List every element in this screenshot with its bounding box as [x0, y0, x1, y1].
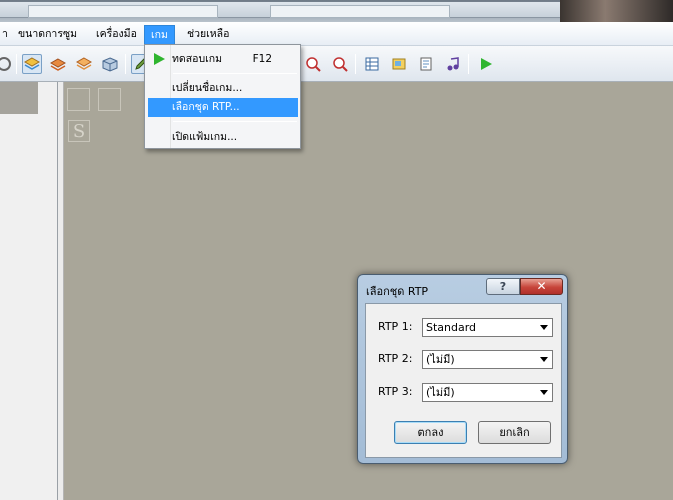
map-tile[interactable] [67, 88, 90, 111]
chevron-down-icon[interactable] [535, 319, 552, 336]
playtest-icon[interactable] [476, 54, 496, 74]
close-button[interactable]: ✕ [520, 278, 563, 295]
menu-item-game[interactable]: เกม [144, 25, 175, 45]
material-icon[interactable] [389, 54, 409, 74]
ok-button[interactable]: ตกลง [394, 421, 467, 444]
sound-icon[interactable] [443, 54, 463, 74]
toolbar-separator [125, 54, 126, 74]
rtp1-value: Standard [426, 321, 477, 334]
menu-item-zoom[interactable]: ขนาดการซูม [12, 27, 83, 43]
help-button[interactable]: ? [486, 278, 520, 295]
rtp2-label: RTP 2: [378, 352, 413, 365]
menu-item-playtest[interactable]: ทดสอบเกม F12 [148, 50, 298, 69]
rtp1-label: RTP 1: [378, 320, 413, 333]
title-buttons: ? ✕ [486, 278, 563, 295]
rtp3-select[interactable]: (ไม่มี) [422, 383, 553, 402]
menu-item-tools[interactable]: เครื่องมือ [90, 27, 143, 43]
rtp2-select[interactable]: (ไม่มี) [422, 350, 553, 369]
database-icon[interactable] [362, 54, 382, 74]
layer-1-icon[interactable] [22, 54, 42, 74]
help-icon[interactable] [0, 54, 14, 74]
event-layer-icon[interactable] [100, 54, 120, 74]
rtp3-value: (ไม่มี) [426, 386, 455, 399]
tileset-panel[interactable] [0, 82, 58, 500]
zoom-2-icon[interactable] [330, 54, 350, 74]
rtp1-select[interactable]: Standard [422, 318, 553, 337]
menu-item-rename-game[interactable]: เปลี่ยนชื่อเกม... [148, 79, 298, 98]
start-position-tile[interactable]: S [68, 120, 90, 142]
chevron-down-icon[interactable] [535, 384, 552, 401]
menu-bar: า ขนาดการซูม เครื่องมือ เกม ช่วยเหลือ [0, 22, 673, 46]
taskbar-strip [0, 0, 673, 22]
zoom-1-icon[interactable] [303, 54, 323, 74]
menu-item-select-rtp[interactable]: เลือกชุด RTP... [148, 98, 298, 117]
tileset-selection[interactable] [0, 82, 38, 114]
toolbar [0, 46, 673, 82]
rtp3-label: RTP 3: [378, 385, 413, 398]
window-tab[interactable] [28, 5, 218, 18]
window-tab[interactable] [270, 5, 450, 18]
rtp-dialog: เลือกชุด RTP ? ✕ RTP 1: Standard RTP 2: … [357, 274, 568, 464]
menu-item-open-game-folder[interactable]: เปิดแฟ้มเกม... [148, 128, 298, 147]
toolbar-separator [16, 54, 17, 74]
menu-item-help[interactable]: ช่วยเหลือ [181, 27, 235, 43]
dialog-title: เลือกชุด RTP [366, 285, 429, 298]
rtp2-value: (ไม่มี) [426, 353, 455, 366]
toolbar-separator [468, 54, 469, 74]
cancel-button[interactable]: ยกเลิก [478, 421, 551, 444]
layer-3-icon[interactable] [74, 54, 94, 74]
toolbar-separator [355, 54, 356, 74]
chevron-down-icon[interactable] [535, 351, 552, 368]
play-icon [154, 53, 165, 65]
menu-separator [173, 121, 297, 122]
script-icon[interactable] [416, 54, 436, 74]
menu-separator [173, 73, 297, 74]
shortcut-label: F12 [252, 53, 272, 65]
menu-item-label: ทดสอบเกม [172, 53, 222, 65]
map-tile[interactable] [98, 88, 121, 111]
window-tabs [0, 2, 560, 18]
layer-2-icon[interactable] [48, 54, 68, 74]
background-photo [560, 0, 673, 22]
game-menu-dropdown: ทดสอบเกม F12 เปลี่ยนชื่อเกม... เลือกชุด … [144, 44, 301, 149]
dialog-body: RTP 1: Standard RTP 2: (ไม่มี) RTP 3: (ไ… [365, 303, 562, 458]
